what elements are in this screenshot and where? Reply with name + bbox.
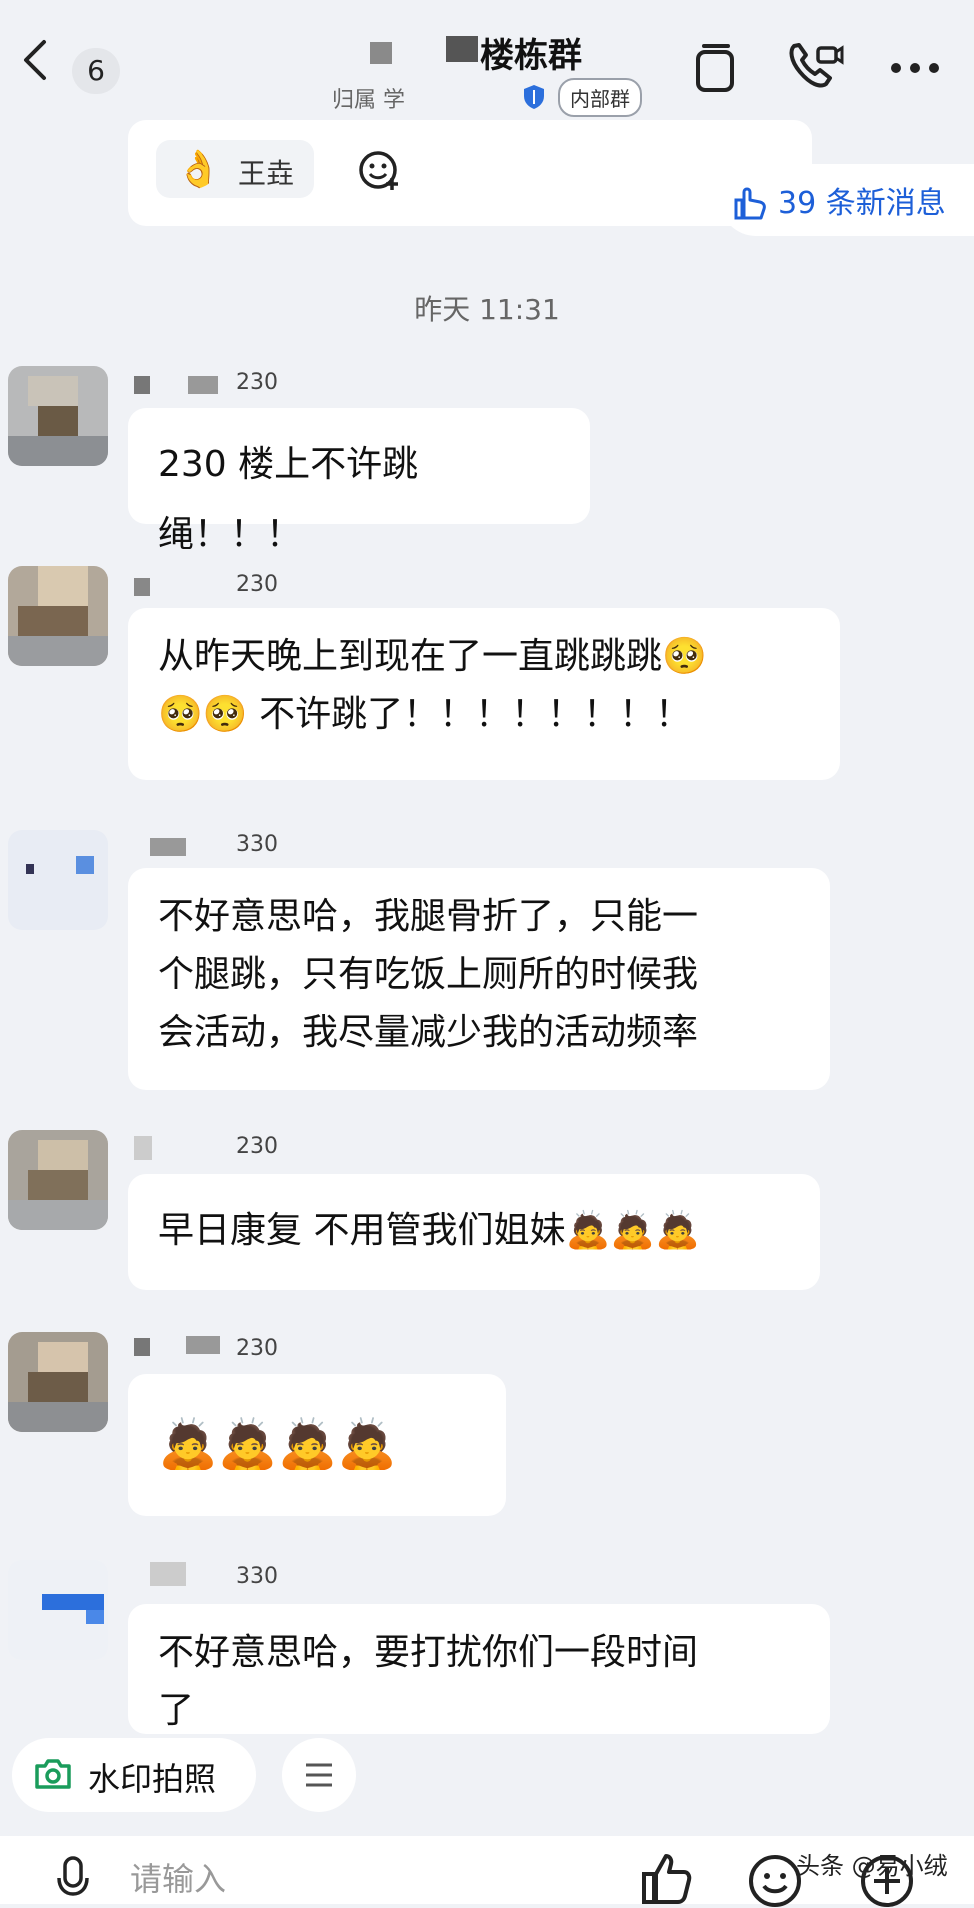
source-credit: 头条 @易小绒 <box>796 1852 948 1880</box>
watermark-photo-label: 水印拍照 <box>88 1760 217 1798</box>
message-bubble[interactable]: 🙇🙇🙇🙇 <box>128 1374 506 1516</box>
new-messages-pill[interactable]: 39 条新消息 <box>720 164 974 236</box>
avatar[interactable] <box>8 1130 108 1230</box>
pixelated-sender-name <box>134 578 150 596</box>
unread-count-badge[interactable]: 6 <box>72 48 120 94</box>
sender-room: 230 <box>236 572 278 597</box>
sender-room: 230 <box>236 1336 278 1361</box>
new-messages-label: 39 条新消息 <box>778 186 946 221</box>
camera-icon <box>34 1758 72 1790</box>
ok-hand-icon: 👌 <box>176 149 221 190</box>
time-separator: 昨天 11:31 <box>414 293 560 326</box>
thumbs-up-icon[interactable] <box>640 1852 692 1904</box>
copy-icon[interactable] <box>694 40 738 94</box>
emoji-icon[interactable] <box>748 1854 802 1908</box>
back-chevron-icon[interactable] <box>18 38 52 82</box>
pixelated-title-block <box>446 36 478 62</box>
sender-room: 330 <box>236 1564 278 1589</box>
watermark-photo-button[interactable]: 水印拍照 <box>12 1738 256 1812</box>
phone-video-icon[interactable] <box>786 40 844 94</box>
avatar[interactable] <box>8 366 108 466</box>
quick-action-bar: 水印拍照 <box>0 1730 974 1820</box>
reaction-user-name: 王垚 <box>238 157 295 190</box>
pixelated-sender-name <box>134 1136 152 1160</box>
avatar[interactable] <box>8 1332 108 1432</box>
sender-room: 330 <box>236 832 278 857</box>
pixelated-title-block <box>370 42 392 64</box>
message-bubble[interactable]: 从昨天晚上到现在了一直跳跳跳🥺 🥺🥺 不许跳了！！！！！！！！ <box>128 608 840 780</box>
message-input[interactable]: 请输入 <box>130 1854 226 1900</box>
message-bubble[interactable]: 不好意思哈，我腿骨折了，只能一 个腿跳，只有吃饭上厕所的时候我 会活动，我尽量减… <box>128 868 830 1090</box>
reaction-chip[interactable]: 👌 王垚 <box>156 140 314 198</box>
menu-icon <box>304 1762 334 1788</box>
pixelated-sender-name <box>134 1338 150 1356</box>
sender-room: 230 <box>236 1134 278 1159</box>
add-emoji-icon[interactable] <box>358 148 402 192</box>
pixelated-sender-name <box>150 838 186 856</box>
message-bubble[interactable]: 早日康复 不用管我们姐妹🙇🙇🙇 <box>128 1174 820 1290</box>
pixelated-sender-name <box>186 1336 220 1354</box>
thumb-pointer-icon <box>732 178 768 220</box>
microphone-icon[interactable] <box>56 1856 90 1904</box>
menu-button[interactable] <box>282 1738 356 1812</box>
avatar[interactable] <box>8 1560 108 1660</box>
pixelated-sender-name <box>134 376 150 394</box>
internal-group-tag: 内部群 <box>558 78 642 117</box>
avatar[interactable] <box>8 566 108 666</box>
group-title: 楼栋群 <box>480 36 582 76</box>
pixelated-sender-name <box>188 376 218 394</box>
pixelated-sender-name <box>150 1562 186 1586</box>
group-subtitle: 归属 学 <box>332 88 405 113</box>
sender-room: 230 <box>236 370 278 395</box>
avatar[interactable] <box>8 830 108 930</box>
message-bubble[interactable]: 不好意思哈，要打扰你们一段时间 了 <box>128 1604 830 1734</box>
chat-header: 6 楼栋群 归属 学 内部群 <box>0 0 974 130</box>
message-bubble[interactable]: 230 楼上不许跳绳！！！ <box>128 408 590 555</box>
shield-icon <box>522 84 546 110</box>
more-icon[interactable] <box>890 62 940 74</box>
reaction-card: 👌 王垚 <box>128 120 812 226</box>
